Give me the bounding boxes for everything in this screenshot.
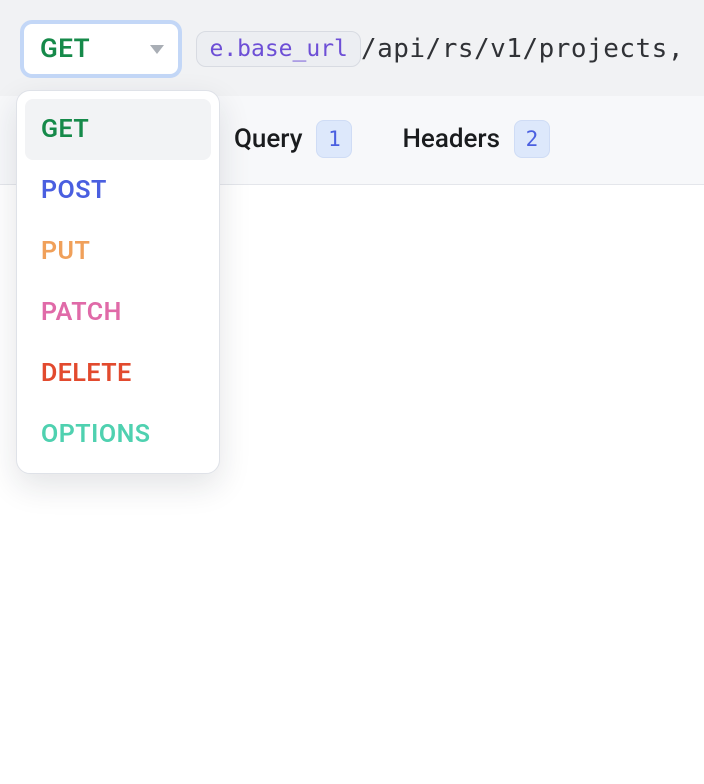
request-bar: GET e.base_url /api/rs/v1/projects, GETP… (0, 0, 704, 96)
tab-headers-count: 2 (514, 120, 550, 158)
url-path-text: /api/rs/v1/projects, (361, 34, 684, 64)
method-option-patch[interactable]: PATCH (25, 282, 211, 343)
method-option-post[interactable]: POST (25, 160, 211, 221)
url-input[interactable]: e.base_url /api/rs/v1/projects, (196, 31, 684, 67)
tab-query-label: Query (234, 124, 302, 154)
method-option-get[interactable]: GET (25, 99, 211, 160)
url-variable-chip[interactable]: e.base_url (196, 31, 360, 67)
method-option-put[interactable]: PUT (25, 221, 211, 282)
tab-query[interactable]: Query 1 (234, 120, 352, 158)
chevron-down-icon (150, 45, 164, 54)
tab-headers[interactable]: Headers 2 (402, 120, 550, 158)
tab-query-count: 1 (316, 120, 352, 158)
http-method-selected: GET (40, 34, 90, 64)
tab-headers-label: Headers (402, 124, 500, 154)
http-method-select[interactable]: GET (20, 20, 182, 78)
method-option-options[interactable]: OPTIONS (25, 404, 211, 465)
method-option-delete[interactable]: DELETE (25, 343, 211, 404)
http-method-dropdown: GETPOSTPUTPATCHDELETEOPTIONS (16, 90, 220, 474)
